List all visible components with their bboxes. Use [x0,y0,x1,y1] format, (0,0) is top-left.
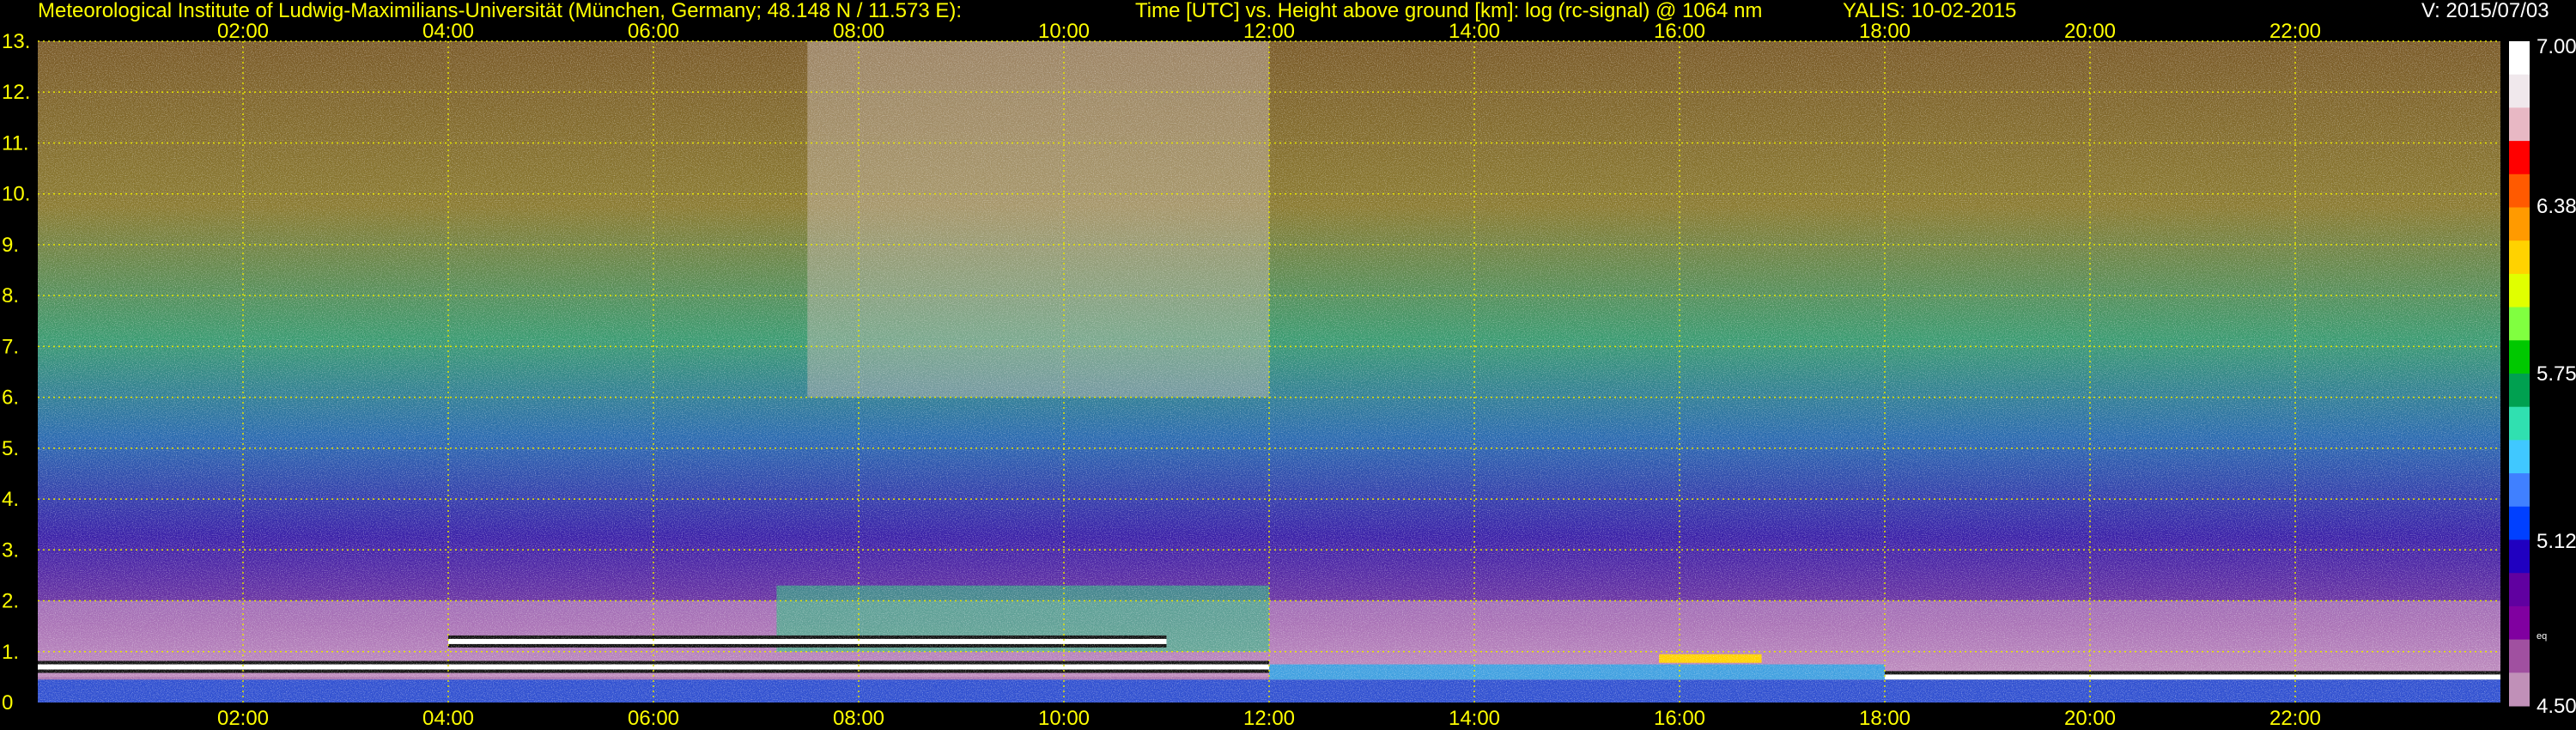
institute-label: Meteorological Institute of Ludwig-Maxim… [38,0,963,22]
y-tick-label: 8. [2,284,19,307]
colorbar-swatch [2509,672,2530,707]
x-tick-label-bottom: 04:00 [422,707,474,730]
y-tick-label: 6. [2,386,19,410]
colorbar-small-label: eq [2537,631,2547,642]
colorbar-swatch [2509,173,2530,208]
y-tick-label: 3. [2,538,19,562]
x-tick-label-top: 06:00 [628,20,679,43]
colorbar-tick-label: 5.12 [2537,530,2576,553]
y-tick-label: 11. [2,131,29,155]
colorbar-swatch [2509,41,2530,76]
x-tick-label-bottom: 02:00 [217,707,269,730]
colorbar-swatch [2509,539,2530,574]
colorbar-tick-label: 4.50 [2537,695,2576,718]
colorbar-swatch [2509,207,2530,241]
x-tick-label-top: 08:00 [833,20,884,43]
y-tick-label: 2. [2,590,19,613]
x-tick-label-top: 18:00 [1859,20,1911,43]
instrument-date: YALIS: 10-02-2015 [1843,0,2017,22]
y-tick-label: 13. [2,30,30,53]
y-tick-label: 5. [2,437,19,460]
colorbar-swatch [2509,74,2530,108]
x-tick-label-bottom: 18:00 [1859,707,1911,730]
colorbar-swatch [2509,374,2530,408]
colorbar-swatch [2509,107,2530,142]
y-tick-label: 7. [2,335,19,358]
x-tick-label-top: 14:00 [1449,20,1500,43]
colorbar-swatch [2509,141,2530,175]
x-tick-label-bottom: 06:00 [628,707,679,730]
x-tick-label-bottom: 22:00 [2269,707,2321,730]
x-tick-label-bottom: 12:00 [1243,707,1295,730]
x-tick-label-bottom: 20:00 [2064,707,2116,730]
x-tick-label-top: 20:00 [2064,20,2116,43]
colorbar-swatch [2509,440,2530,474]
colorbar-tick-label: 6.38 [2537,195,2576,218]
x-tick-label-top: 10:00 [1038,20,1090,43]
colorbar-swatch [2509,340,2530,374]
x-tick-label-bottom: 16:00 [1654,707,1705,730]
y-tick-label: 1. [2,641,19,664]
y-tick-label: 9. [2,234,19,257]
version-label: V: 2015/07/03 [2421,0,2549,22]
y-tick-label: 0 [2,691,13,715]
colorbar-swatch [2509,307,2530,341]
colorbar-swatch [2509,605,2530,641]
x-tick-label-bottom: 10:00 [1038,707,1090,730]
x-tick-label-top: 22:00 [2269,20,2321,43]
colorbar-swatch [2509,273,2530,308]
y-tick-label: 12. [2,81,30,104]
colorbar-swatch [2509,406,2530,441]
colorbar-swatch [2509,639,2530,673]
chart-description: Time [UTC] vs. Height above ground [km]:… [1135,0,1763,22]
colorbar-swatch [2509,506,2530,540]
colorbar-tick-label: 7.00 [2537,35,2576,58]
y-tick-label: 4. [2,488,19,511]
x-tick-label-top: 02:00 [217,20,269,43]
x-tick-label-top: 04:00 [422,20,474,43]
colorbar-swatch [2509,573,2530,607]
x-tick-label-top: 16:00 [1654,20,1705,43]
x-tick-label-top: 12:00 [1243,20,1295,43]
colorbar-swatch [2509,240,2530,275]
x-tick-label-bottom: 14:00 [1449,707,1500,730]
y-tick-label: 10. [2,183,30,206]
colorbar-tick-label: 5.75 [2537,362,2576,386]
x-tick-label-bottom: 08:00 [833,707,884,730]
colorbar-swatch [2509,473,2530,508]
lidar-chart: 02:00 04:00 06:00 08:00 10:00 12:00 14:00 16:00… [0,0,2576,730]
